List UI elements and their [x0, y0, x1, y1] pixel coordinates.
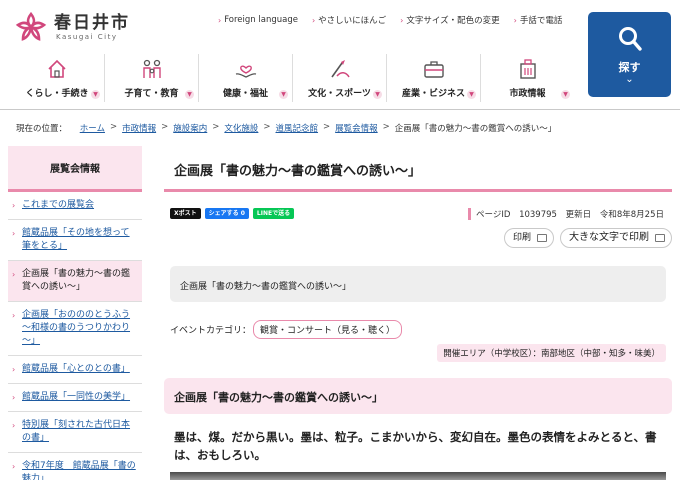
breadcrumb-city-info[interactable]: 市政情報 — [122, 122, 156, 134]
family-icon — [105, 58, 198, 80]
chevron-right-icon: › — [400, 15, 404, 25]
site-name: 春日井市 — [54, 12, 130, 33]
chevron-down-icon: ▼ — [561, 90, 570, 99]
nav-city-info[interactable]: 市政情報 ▼ — [480, 54, 574, 102]
page-id-label: ページID — [475, 210, 511, 220]
sidebar-item[interactable]: › 館蔵品展「心とのとの書」 — [8, 356, 142, 384]
sports-icon — [293, 58, 386, 80]
nav-health[interactable]: 健康・福祉 ▼ — [198, 54, 292, 102]
chevron-right-icon: › — [12, 201, 16, 210]
text-size-color-link[interactable]: › 文字サイズ・配色の変更 — [400, 14, 499, 27]
page-title: 企画展「書の魅力～書の鑑賞への誘い～」 — [164, 146, 672, 192]
search-button-label: 探す — [618, 61, 641, 74]
sign-language-phone-link[interactable]: › 手話で電話 — [513, 14, 563, 27]
printer-icon — [537, 234, 547, 242]
printer-icon — [655, 234, 665, 242]
category-tag[interactable]: 観賞・コンサート（見る・聴く） — [253, 320, 403, 339]
site-header: 春日井市 Kasugai City › Foreign language › やさし… — [0, 0, 680, 110]
sidebar: 展覧会情報 › これまでの展覧会 › 館蔵品展「その地を想って筆をとる」 › 企画展「… — [8, 146, 142, 480]
sidebar-item[interactable]: › 館蔵品展「その地を想って筆をとる」 — [8, 220, 142, 261]
house-icon — [10, 58, 104, 80]
foreign-language-link[interactable]: › Foreign language — [218, 14, 298, 26]
sidebar-item-current[interactable]: › 企画展「書の魅力～書の鑑賞への誘い～」 — [8, 261, 142, 302]
facebook-share-button[interactable]: シェアする 0 — [204, 208, 249, 219]
breadcrumb-exhibitions[interactable]: 展覧会情報 — [335, 122, 378, 134]
breadcrumb-current: 企画展「書の魅力～書の鑑賞への誘い～」 — [394, 124, 557, 134]
city-emblem-icon — [14, 10, 48, 44]
chevron-right-icon: › — [12, 270, 16, 279]
sidebar-item[interactable]: › 館蔵品展「一同性の美学」 — [8, 384, 142, 412]
updated-date: 令和8年8月25日 — [599, 210, 664, 220]
sidebar-title: 展覧会情報 — [8, 146, 142, 192]
breadcrumb-home[interactable]: ホーム — [80, 122, 105, 134]
chevron-down-icon: ▼ — [91, 90, 100, 99]
updated-label: 更新日 — [565, 210, 592, 220]
chevron-right-icon: › — [12, 421, 16, 430]
chevron-right-icon: › — [12, 229, 16, 238]
chevron-right-icon: › — [12, 462, 16, 471]
main-content: 企画展「書の魅力～書の鑑賞への誘い～」 Xポスト シェアする 0 LINEで送る… — [164, 146, 672, 480]
search-icon — [619, 27, 642, 51]
utility-nav: › Foreign language › やさしいにほんご › 文字サイズ・配色の変更… — [218, 14, 576, 26]
site-logo[interactable]: 春日井市 Kasugai City — [14, 10, 130, 44]
sidebar-item[interactable]: › 企画展「おのののとうふう～和様の書のうつりかわり～」 — [8, 302, 142, 356]
event-category: イベントカテゴリ： 観賞・コンサート（見る・聴く） — [170, 320, 403, 339]
chevron-right-icon: › — [311, 15, 316, 25]
breadcrumb-museum[interactable]: 道風記念館 — [276, 122, 319, 134]
chevron-right-icon: › — [12, 393, 16, 402]
area-tag: 開催エリア（中学校区）：南部地区（中部・知多・味美） — [437, 344, 666, 362]
social-share: Xポスト シェアする 0 LINEで送る — [170, 208, 298, 219]
chevron-down-icon: ▼ — [279, 90, 288, 99]
sidebar-list: › これまでの展覧会 › 館蔵品展「その地を想って筆をとる」 › 企画展「書の魅力～書… — [8, 192, 142, 480]
line-share-button[interactable]: LINEで送る — [252, 208, 295, 219]
chevron-right-icon: › — [218, 15, 222, 25]
print-button[interactable]: 印刷 — [503, 228, 554, 248]
chevron-down-icon: ▼ — [185, 90, 194, 99]
sidebar-item[interactable]: › これまでの展覧会 — [8, 192, 142, 220]
section-heading: 企画展「書の魅力～書の鑑賞への誘い～」 — [164, 378, 672, 414]
page-id: 1039795 — [519, 210, 557, 220]
page-meta: ページID 1039795 更新日 令和8年8月25日 — [467, 208, 664, 220]
exhibit-image — [170, 472, 666, 480]
x-post-button[interactable]: Xポスト — [170, 208, 201, 219]
chevron-down-icon: ⌄ — [625, 74, 634, 85]
print-controls: 印刷 大きな文字で印刷 — [498, 228, 672, 248]
briefcase-icon — [387, 58, 480, 80]
summary-box: 企画展「書の魅力～書の鑑賞への誘い～」 — [170, 266, 666, 302]
lead-text: 墨は、煤。だから黒い。墨は、粒子。こまかいから、変幻自在。墨色の表情をよみとると… — [174, 430, 657, 462]
chevron-right-icon: › — [12, 365, 16, 374]
sidebar-item[interactable]: › 特別展「刻された古代日本の書」 — [8, 412, 142, 453]
nav-childcare[interactable]: 子育て・教育 ▼ — [104, 54, 198, 102]
breadcrumb-facilities[interactable]: 施設案内 — [173, 122, 207, 134]
large-print-button[interactable]: 大きな文字で印刷 — [560, 228, 672, 248]
chevron-down-icon: ▼ — [373, 90, 382, 99]
city-hall-icon — [481, 58, 574, 80]
chevron-down-icon: ▼ — [467, 90, 476, 99]
breadcrumb: 現在の位置： ホーム > 市政情報 > 施設案内 > 文化施設 > 道風記念館 > 展覧会… — [16, 122, 557, 134]
breadcrumb-prefix: 現在の位置： — [16, 124, 68, 134]
category-label: イベントカテゴリ： — [170, 326, 252, 336]
breadcrumb-culture-facilities[interactable]: 文化施設 — [224, 122, 258, 134]
nav-industry[interactable]: 産業・ビジネス ▼ — [386, 54, 480, 102]
nav-living[interactable]: くらし・手続き ▼ — [10, 54, 104, 102]
easy-japanese-link[interactable]: › やさしいにほんご — [311, 14, 386, 27]
main-nav: くらし・手続き ▼ 子育て・教育 ▼ 健康・福祉 ▼ 文化・スポーツ ▼ 産業・… — [10, 54, 574, 102]
nav-culture-sports[interactable]: 文化・スポーツ ▼ — [292, 54, 386, 102]
site-subtitle: Kasugai City — [56, 32, 118, 41]
sidebar-item[interactable]: › 令和7年度 館蔵品展「書の魅力」 — [8, 453, 142, 480]
chevron-right-icon: › — [12, 311, 16, 320]
care-hands-icon — [199, 58, 292, 80]
search-button[interactable]: 探す ⌄ — [588, 12, 671, 97]
chevron-right-icon: › — [513, 15, 517, 25]
